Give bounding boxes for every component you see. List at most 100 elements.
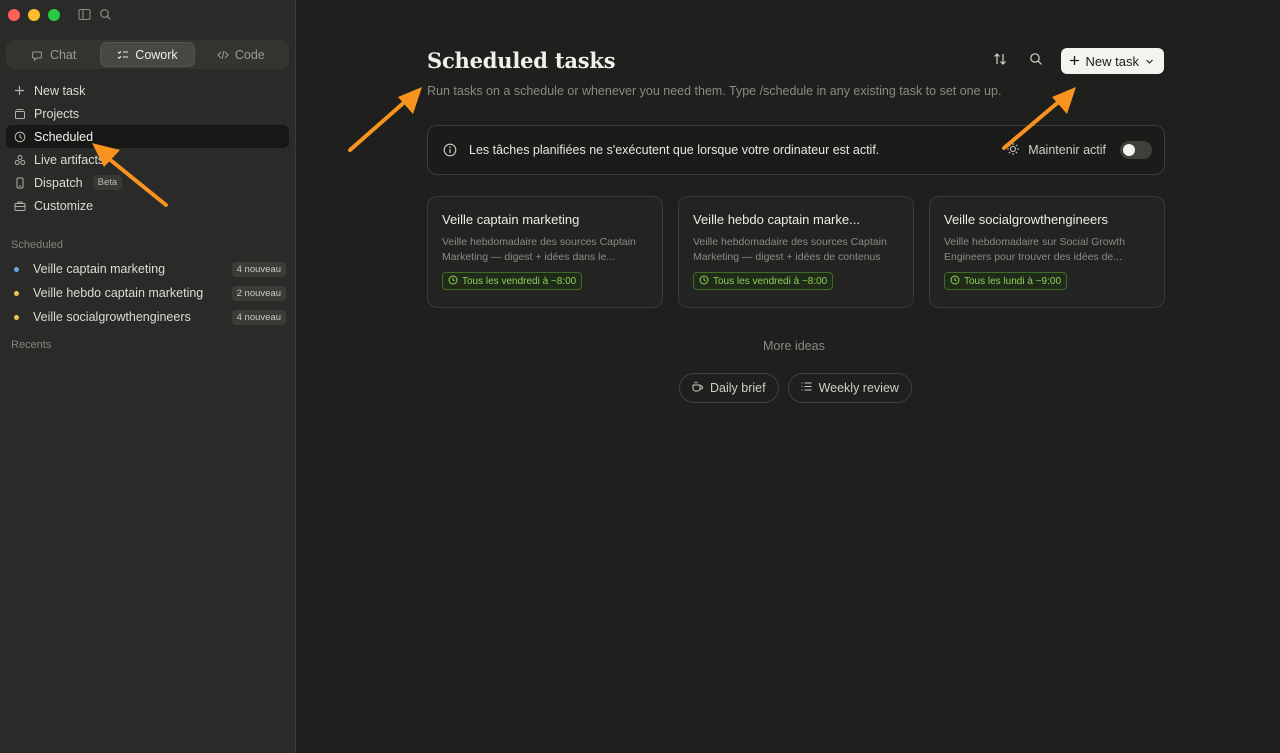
task-card-title: Veille hebdo captain marke... xyxy=(693,212,860,227)
clock-icon xyxy=(699,275,709,288)
chat-icon xyxy=(31,49,44,61)
sidebar-item-projects[interactable]: Projects xyxy=(6,102,289,125)
tab-cowork-label: Cowork xyxy=(135,47,178,62)
cowork-icon xyxy=(117,49,129,61)
schedule-pill: Tous les vendredi à ~8:00 xyxy=(442,272,583,290)
toggle-knob xyxy=(1123,144,1135,156)
phone-icon xyxy=(13,176,26,189)
sidebar-item-customize[interactable]: Customize xyxy=(6,194,289,217)
window-toolbar xyxy=(78,8,112,21)
folder-icon xyxy=(13,107,26,120)
sort-icon xyxy=(993,52,1007,71)
search-icon xyxy=(1029,52,1043,71)
keep-active-label: Maintenir actif xyxy=(1028,143,1106,157)
info-banner: Les tâches planifiées ne s'exécutent que… xyxy=(427,125,1165,175)
new-task-label: New task xyxy=(1085,53,1139,69)
sidebar-item-dispatch[interactable]: Dispatch Beta xyxy=(6,171,289,194)
status-dot xyxy=(14,266,19,272)
task-card-title: Veille socialgrowthengineers xyxy=(944,212,1109,227)
coffee-icon xyxy=(691,380,704,396)
sidebar-item-label: Dispatch xyxy=(34,175,83,190)
sidebar-nav: New task Projects Scheduled Live artifac… xyxy=(6,79,289,217)
scheduled-section-label: Scheduled xyxy=(11,239,63,251)
chevron-down-icon xyxy=(1145,54,1154,69)
task-card-title: Veille captain marketing xyxy=(442,212,580,227)
schedule-pill: Tous les vendredi à ~8:00 xyxy=(693,272,834,290)
sidebar-item-label: Projects xyxy=(34,106,80,121)
more-ideas-label: More ideas xyxy=(763,339,825,353)
new-count-badge: 2 nouveau xyxy=(231,285,286,301)
schedule-text: Tous les vendredi à ~8:00 xyxy=(462,275,577,287)
briefcase-icon xyxy=(13,199,26,212)
page-actions: New task xyxy=(989,48,1164,74)
artifact-icon xyxy=(13,153,26,166)
idea-buttons: Daily brief Weekly review xyxy=(679,373,912,403)
tab-cowork[interactable]: Cowork xyxy=(100,42,195,67)
sidebar-item-new-task[interactable]: New task xyxy=(6,79,289,102)
plus-icon xyxy=(13,84,26,97)
sidebar-item-scheduled[interactable]: Scheduled xyxy=(6,125,289,148)
clock-icon xyxy=(13,130,26,143)
task-cards: Veille captain marketing Veille hebdomad… xyxy=(427,196,1165,308)
sidebar-item-label: Scheduled xyxy=(34,129,94,144)
beta-badge: Beta xyxy=(92,175,123,190)
schedule-text: Tous les lundi à ~9:00 xyxy=(964,275,1062,287)
list-item[interactable]: Veille captain marketing 4 nouveau xyxy=(6,257,289,281)
sidebar-item-label: Live artifacts xyxy=(34,152,105,167)
search-icon[interactable] xyxy=(99,8,112,21)
info-icon xyxy=(443,143,457,157)
zoom-window-button[interactable] xyxy=(48,9,60,21)
list-item[interactable]: Veille socialgrowthengineers 4 nouveau xyxy=(6,305,289,329)
window-controls xyxy=(8,9,60,21)
code-icon xyxy=(217,49,229,61)
tab-chat[interactable]: Chat xyxy=(8,42,100,67)
search-button[interactable] xyxy=(1025,50,1047,72)
sidebar: Chat Cowork Code New task Projects Sched… xyxy=(0,0,296,753)
task-card-description: Veille hebdomadaire des sources Captain … xyxy=(442,236,636,263)
tab-code[interactable]: Code xyxy=(195,42,287,67)
keep-active-toggle[interactable] xyxy=(1120,141,1152,159)
page-subtitle: Run tasks on a schedule or whenever you … xyxy=(427,84,1002,98)
tab-code-label: Code xyxy=(234,47,265,62)
task-card[interactable]: Veille captain marketing Veille hebdomad… xyxy=(427,196,663,308)
clock-icon xyxy=(950,275,960,288)
minimize-window-button[interactable] xyxy=(28,9,40,21)
sidebar-item-label: Customize xyxy=(34,198,94,213)
daily-brief-button[interactable]: Daily brief xyxy=(679,373,779,403)
app-window: Chat Cowork Code New task Projects Sched… xyxy=(0,0,1280,753)
page-title: Scheduled tasks xyxy=(427,48,616,73)
close-window-button[interactable] xyxy=(8,9,20,21)
banner-message: Les tâches planifiées ne s'exécutent que… xyxy=(469,143,880,157)
scheduled-list: Veille captain marketing 4 nouveau Veill… xyxy=(6,257,289,329)
sidebar-toggle-icon[interactable] xyxy=(78,8,91,21)
sort-button[interactable] xyxy=(989,50,1011,72)
sidebar-item-live-artifacts[interactable]: Live artifacts xyxy=(6,148,289,171)
main-content: Scheduled tasks Run tasks on a schedule … xyxy=(297,0,1280,753)
scheduled-item-name: Veille hebdo captain marketing xyxy=(33,286,204,300)
task-card-description: Veille hebdomadaire des sources Captain … xyxy=(693,236,887,263)
keep-active-control: Maintenir actif xyxy=(1006,141,1152,159)
list-item[interactable]: Veille hebdo captain marketing 2 nouveau xyxy=(6,281,289,305)
sidebar-item-label: New task xyxy=(34,83,86,98)
scheduled-item-name: Veille captain marketing xyxy=(33,262,166,276)
tab-chat-label: Chat xyxy=(49,47,77,62)
plus-icon xyxy=(1069,54,1080,69)
new-count-badge: 4 nouveau xyxy=(231,261,286,277)
new-task-button[interactable]: New task xyxy=(1060,48,1164,74)
status-dot xyxy=(14,314,19,320)
task-card-description: Veille hebdomadaire sur Social Growth En… xyxy=(944,236,1125,263)
weekly-review-button[interactable]: Weekly review xyxy=(787,373,912,403)
schedule-pill: Tous les lundi à ~9:00 xyxy=(944,272,1068,290)
daily-brief-label: Daily brief xyxy=(710,381,766,395)
scheduled-item-name: Veille socialgrowthengineers xyxy=(33,310,191,324)
status-dot xyxy=(14,290,19,296)
schedule-text: Tous les vendredi à ~8:00 xyxy=(713,275,828,287)
mode-switch: Chat Cowork Code xyxy=(6,40,289,69)
sun-icon xyxy=(1006,142,1020,159)
new-count-badge: 4 nouveau xyxy=(231,309,286,325)
weekly-review-label: Weekly review xyxy=(818,381,899,395)
checklist-icon xyxy=(800,380,813,396)
task-card[interactable]: Veille hebdo captain marke... Veille heb… xyxy=(678,196,914,308)
clock-icon xyxy=(448,275,458,288)
task-card[interactable]: Veille socialgrowthengineers Veille hebd… xyxy=(929,196,1165,308)
